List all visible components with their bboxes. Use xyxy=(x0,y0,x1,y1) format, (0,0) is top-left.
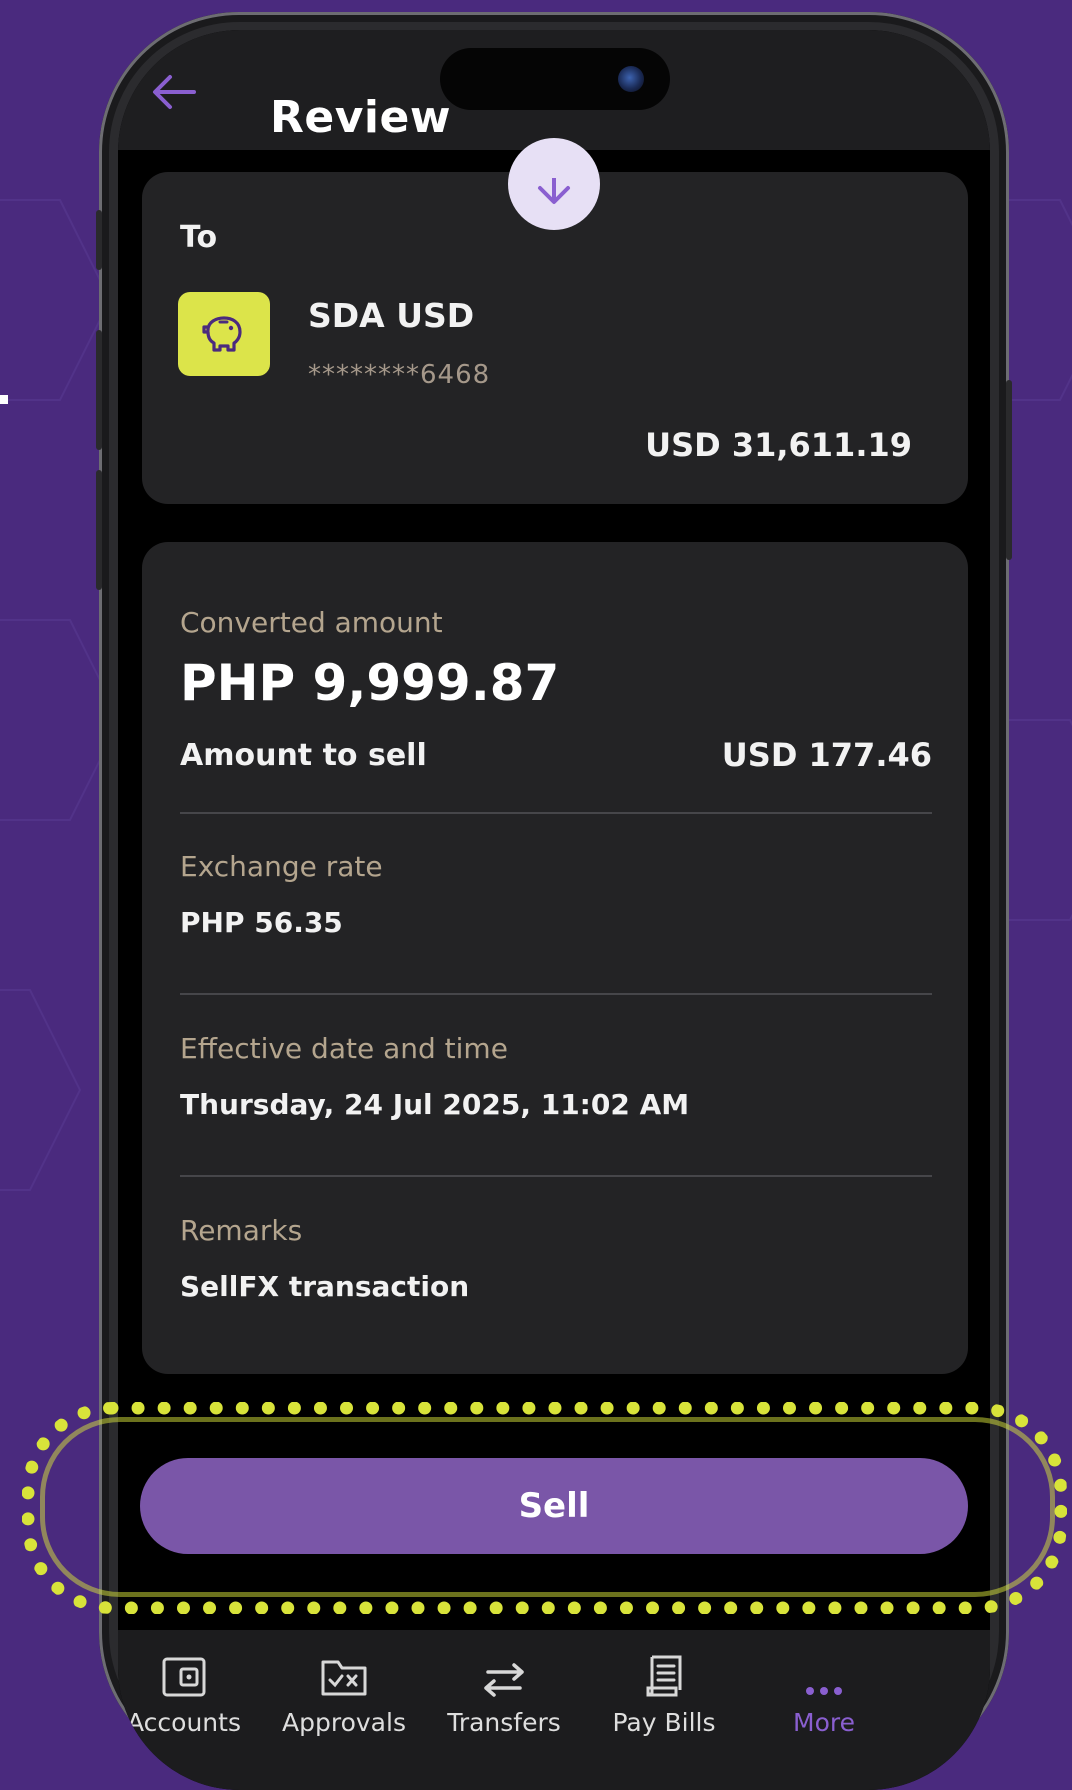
remarks-label: Remarks xyxy=(180,1214,303,1247)
tab-label: Accounts xyxy=(127,1708,241,1737)
converted-amount-label: Converted amount xyxy=(180,606,443,639)
bottom-tab-bar: Accounts Approvals Transfers Pay Bills M… xyxy=(118,1630,990,1790)
tab-pay-bills[interactable]: Pay Bills xyxy=(584,1650,744,1737)
wallet-icon xyxy=(162,1657,206,1697)
arrow-down-icon xyxy=(538,178,570,204)
edge-mark xyxy=(0,395,8,404)
account-name: SDA USD xyxy=(308,296,475,335)
header-bar: Review xyxy=(118,30,990,150)
back-arrow-icon[interactable] xyxy=(150,72,196,112)
front-camera xyxy=(618,66,644,92)
phone-side-button xyxy=(1006,380,1012,560)
remarks-value: SellFX transaction xyxy=(180,1270,470,1303)
amount-to-sell-value: USD 177.46 xyxy=(721,736,932,774)
to-label: To xyxy=(180,220,218,255)
converted-amount-value: PHP 9,999.87 xyxy=(180,654,560,712)
page-title: Review xyxy=(270,92,451,143)
divider xyxy=(180,993,932,995)
tab-transfers[interactable]: Transfers xyxy=(424,1650,584,1737)
approvals-folder-icon xyxy=(321,1660,367,1696)
phone-side-button xyxy=(96,470,102,590)
account-number: ********6468 xyxy=(308,360,491,390)
phone-side-button xyxy=(96,210,102,270)
transfer-direction-badge xyxy=(508,138,600,230)
tab-more[interactable]: More xyxy=(744,1650,904,1737)
tab-label: Transfers xyxy=(447,1708,561,1737)
more-dots-icon xyxy=(806,1687,842,1695)
transaction-details-card: Converted amount PHP 9,999.87 Amount to … xyxy=(142,542,968,1374)
phone-side-button xyxy=(96,330,102,450)
tab-approvals[interactable]: Approvals xyxy=(264,1650,424,1737)
sell-button[interactable]: Sell xyxy=(140,1458,968,1554)
effective-date-label: Effective date and time xyxy=(180,1032,508,1065)
piggy-bank-icon xyxy=(178,292,270,376)
amount-to-sell-label: Amount to sell xyxy=(180,738,427,773)
tab-accounts[interactable]: Accounts xyxy=(118,1650,264,1737)
tab-label: Pay Bills xyxy=(612,1708,716,1737)
account-balance: USD 31,611.19 xyxy=(645,426,912,464)
exchange-rate-label: Exchange rate xyxy=(180,850,383,883)
tab-label: Approvals xyxy=(282,1708,406,1737)
transfer-arrows-icon xyxy=(484,1663,524,1697)
effective-date-value: Thursday, 24 Jul 2025, 11:02 AM xyxy=(180,1088,690,1121)
tab-label: More xyxy=(793,1708,855,1737)
receipt-icon xyxy=(646,1655,682,1697)
divider xyxy=(180,1175,932,1177)
exchange-rate-value: PHP 56.35 xyxy=(180,906,343,939)
divider xyxy=(180,812,932,814)
